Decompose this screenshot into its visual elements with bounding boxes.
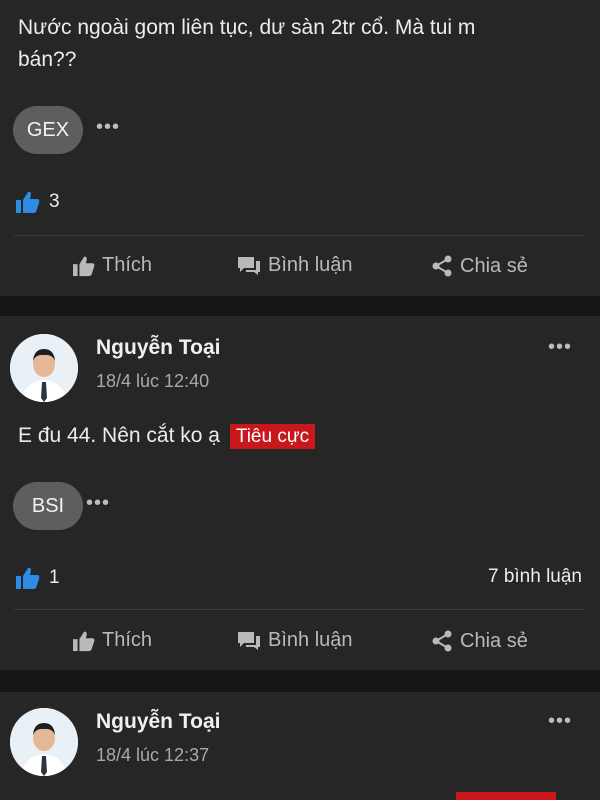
avatar-photo: [10, 708, 78, 776]
more-options-icon[interactable]: •••: [548, 710, 572, 733]
like-count[interactable]: 1: [15, 566, 60, 590]
post-text: E đu 44. Nên cắt ko ạ Tiêu cực: [18, 420, 316, 453]
divider: [14, 609, 584, 610]
like-button[interactable]: Thích: [72, 254, 152, 277]
divider: [14, 235, 584, 236]
comment-icon: [238, 631, 260, 650]
post-text: Nước ngoài gom liên tục, dư sàn 2tr cổ. …: [18, 16, 476, 71]
more-options-icon[interactable]: •••: [96, 116, 120, 139]
post-time: 18/4 lúc 12:37: [96, 745, 210, 765]
sentiment-tag: Tiêu cực: [229, 424, 316, 449]
share-icon: [432, 255, 452, 277]
stock-chip[interactable]: GEX: [13, 106, 83, 154]
share-button[interactable]: Chia sẻ: [430, 254, 528, 278]
share-button[interactable]: Chia sẻ: [430, 629, 528, 653]
cut-off-tag: [456, 792, 556, 800]
like-count[interactable]: 3: [15, 190, 60, 214]
thumbs-up-icon: [16, 567, 40, 589]
thumbs-up-icon: [73, 256, 95, 276]
thumbs-up-icon: [16, 191, 40, 213]
author-name[interactable]: Nguyễn Toại: [96, 710, 220, 734]
post-separator: [0, 296, 600, 316]
post-card-2: Nguyễn Toại 18/4 lúc 12:40 ••• E đu 44. …: [0, 316, 600, 670]
avatar[interactable]: [10, 334, 78, 402]
post-card-1: Nước ngoài gom liên tục, dư sàn 2tr cổ. …: [0, 0, 600, 296]
avatar-photo: [10, 334, 78, 402]
comment-icon: [238, 256, 260, 275]
comment-button[interactable]: Bình luận: [236, 629, 353, 652]
post-time: 18/4 lúc 12:40: [96, 371, 210, 391]
more-options-icon[interactable]: •••: [86, 492, 110, 515]
comment-button[interactable]: Bình luận: [236, 254, 353, 277]
stock-chip[interactable]: BSI: [13, 482, 83, 530]
more-options-icon[interactable]: •••: [548, 336, 572, 359]
post-card-3: Nguyễn Toại 18/4 lúc 12:37 •••: [0, 692, 600, 800]
author-name[interactable]: Nguyễn Toại: [96, 336, 220, 360]
post-separator: [0, 670, 600, 692]
share-icon: [432, 630, 452, 652]
avatar[interactable]: [10, 708, 78, 776]
thumbs-up-icon: [73, 631, 95, 651]
comment-count[interactable]: 7 bình luận: [488, 566, 582, 588]
like-button[interactable]: Thích: [72, 629, 152, 652]
